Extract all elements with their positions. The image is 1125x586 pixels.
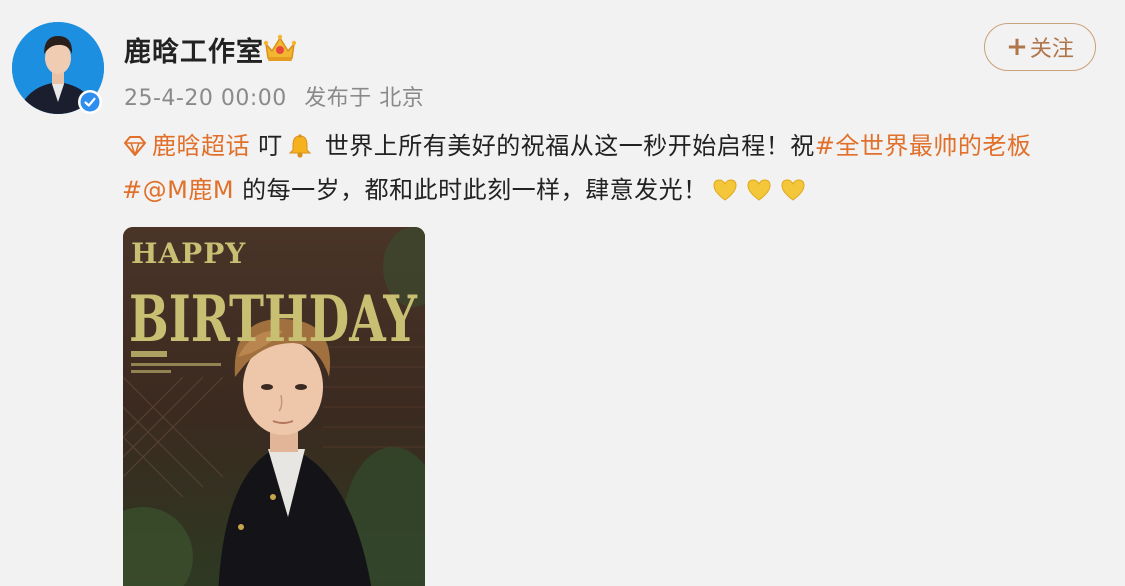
yellow-heart-icon [713,179,737,201]
supertopic-label: 鹿晗超话 [152,132,250,160]
follow-button[interactable]: + 关注 [984,23,1096,71]
poster-happy-text: HAPPY [131,237,246,270]
supertopic-diamond-icon [124,136,146,156]
bell-emoji-icon [288,134,311,158]
username[interactable]: 鹿晗工作室 [124,30,264,69]
membership-crown-icon[interactable] [262,32,298,64]
mention-link[interactable]: @M鹿M [143,176,234,204]
post-timestamp: 25-4-20 00:00 [124,86,287,111]
yellow-heart-icon [747,179,771,201]
post-location: 发布于 北京 [304,86,425,111]
post-image[interactable]: HAPPY BIRTHDAY [123,227,425,586]
follow-label: 关注 [1029,37,1074,62]
supertopic-link[interactable]: 鹿晗超话 [122,132,250,160]
verified-badge-icon [78,90,102,114]
post-meta: 25-4-20 00:00 发布于 北京 [124,80,434,112]
weibo-post: 鹿晗工作室 25-4-20 00:00 发布于 北京 + 关注 鹿晗超话 叮 世… [0,0,1125,586]
yellow-heart-icon [781,179,805,201]
poster-birthday-text: BIRTHDAY [129,282,418,357]
post-text-3: 的每一岁，都和此时此刻一样，肆意发光！ [234,176,708,204]
post-text-1: 叮 [250,132,283,160]
plus-icon: + [1006,32,1028,62]
post-text-2: 世界上所有美好的祝福从这一秒开始启程！祝 [316,132,815,160]
post-body: 鹿晗超话 叮 世界上所有美好的祝福从这一秒开始启程！祝#全世界最帅的老板#@M鹿… [122,124,1092,212]
